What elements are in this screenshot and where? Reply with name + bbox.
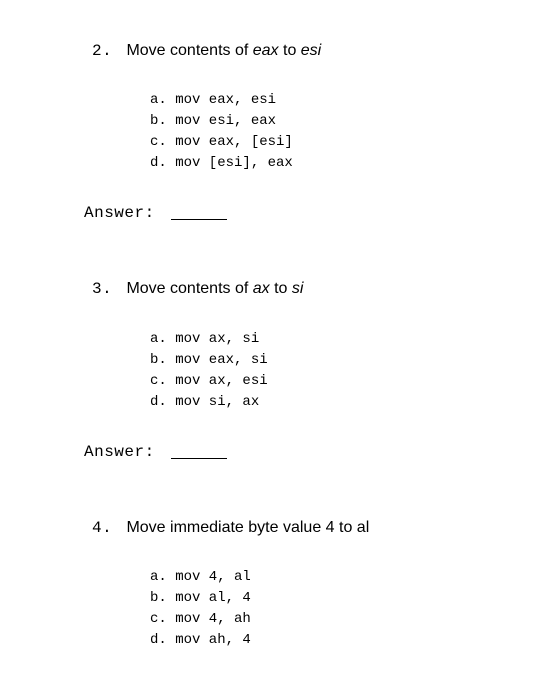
option-d: d. mov [esi], eax (150, 153, 545, 174)
register-1: eax (253, 42, 279, 59)
option-b: b. mov esi, eax (150, 111, 545, 132)
question-block-2: 2. Move contents of eax to esi a. mov ea… (92, 40, 545, 222)
answer-label: Answer: (84, 204, 155, 222)
question-prompt: 3. Move contents of ax to si (92, 278, 545, 300)
options-list: a. mov ax, si b. mov eax, si c. mov ax, … (150, 329, 545, 413)
question-text: Move immediate byte value 4 to al (126, 519, 369, 536)
question-text: Move contents of ax to si (126, 280, 303, 297)
question-number: 4. (92, 519, 112, 537)
option-c: c. mov ax, esi (150, 371, 545, 392)
register-1: ax (253, 280, 270, 297)
register-2: si (292, 280, 304, 297)
prompt-pre: Move contents of (126, 280, 252, 297)
option-b: b. mov al, 4 (150, 588, 545, 609)
question-prompt: 2. Move contents of eax to esi (92, 40, 545, 62)
question-prompt: 4. Move immediate byte value 4 to al (92, 517, 545, 539)
question-text: Move contents of eax to esi (126, 42, 321, 59)
option-d: d. mov ah, 4 (150, 630, 545, 651)
prompt-mid: to (270, 280, 292, 297)
answer-blank[interactable] (171, 219, 227, 220)
option-a: a. mov eax, esi (150, 90, 545, 111)
prompt-mid: to (279, 42, 301, 59)
question-block-3: 3. Move contents of ax to si a. mov ax, … (92, 278, 545, 460)
option-b: b. mov eax, si (150, 350, 545, 371)
option-a: a. mov ax, si (150, 329, 545, 350)
option-d: d. mov si, ax (150, 392, 545, 413)
question-number: 2. (92, 42, 112, 60)
options-list: a. mov 4, al b. mov al, 4 c. mov 4, ah d… (150, 567, 545, 651)
answer-line: Answer: (84, 443, 545, 461)
option-c: c. mov 4, ah (150, 609, 545, 630)
register-2: esi (301, 42, 321, 59)
prompt-pre: Move contents of (126, 42, 252, 59)
option-c: c. mov eax, [esi] (150, 132, 545, 153)
question-number: 3. (92, 280, 112, 298)
option-a: a. mov 4, al (150, 567, 545, 588)
answer-blank[interactable] (171, 458, 227, 459)
answer-label: Answer: (84, 443, 155, 461)
document-body: 2. Move contents of eax to esi a. mov ea… (0, 0, 545, 651)
answer-line: Answer: (84, 204, 545, 222)
question-block-4: 4. Move immediate byte value 4 to al a. … (92, 517, 545, 651)
options-list: a. mov eax, esi b. mov esi, eax c. mov e… (150, 90, 545, 174)
